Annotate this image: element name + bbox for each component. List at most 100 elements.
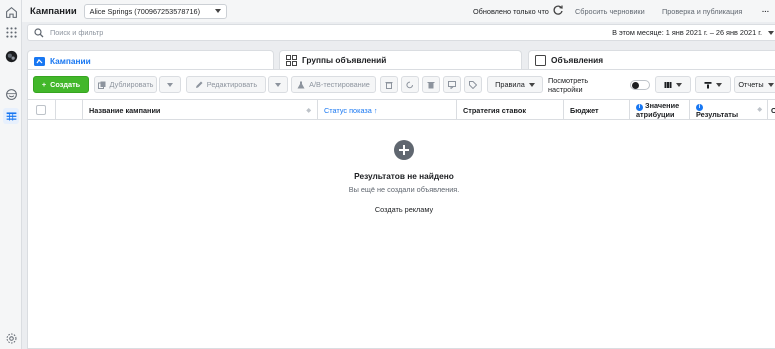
page-title: Кампании — [30, 5, 77, 17]
table-header: Название кампании ◆ Статус показа ↑ Стра… — [28, 99, 775, 120]
ad-sets-grid-icon — [286, 54, 297, 66]
tag-button[interactable] — [464, 76, 482, 93]
column-results-label: Результаты — [696, 109, 739, 119]
create-ad-link[interactable]: Создать рекламу — [28, 205, 775, 214]
empty-state-title: Результатов не найдено — [354, 171, 454, 181]
chevron-down-icon — [528, 82, 535, 87]
search-input[interactable]: Поиск и фильтр — [50, 28, 103, 37]
tab-campaigns[interactable]: Кампании — [27, 50, 274, 71]
view-setup-toggle[interactable] — [630, 80, 650, 90]
date-range-label: В этом месяце: 1 янв 2021 г. – 26 янв 20… — [612, 28, 762, 37]
tab-ads[interactable]: Объявления — [528, 50, 775, 69]
account-name: Alice Springs (700967253578716) — [89, 6, 201, 16]
view-setup-label[interactable]: Посмотреть настройки — [548, 76, 618, 94]
home-icon[interactable] — [3, 4, 19, 20]
reports-button[interactable]: Отчеты — [734, 76, 775, 93]
discard-drafts-link[interactable]: Сбросить черновики — [575, 7, 645, 16]
column-truncated[interactable]: О — [768, 100, 775, 120]
create-button[interactable]: + Создать — [33, 76, 89, 93]
tab-ad-sets[interactable]: Группы объявлений — [279, 50, 522, 69]
flask-icon — [297, 81, 305, 88]
review-publish-link[interactable]: Проверка и публикация — [662, 7, 742, 16]
edit-button-label: Редактировать — [206, 80, 258, 89]
edit-dropdown-button[interactable] — [268, 76, 288, 93]
preview-icon — [448, 80, 456, 89]
trash-icon — [427, 81, 435, 88]
delete-draft-button[interactable] — [380, 76, 398, 93]
top-bar: Кампании Alice Springs (700967253578716)… — [22, 0, 775, 22]
reports-button-label: Отчеты — [738, 80, 764, 89]
main-area: Кампании Alice Springs (700967253578716)… — [22, 0, 775, 349]
view-setup-line1: Посмотреть — [548, 76, 589, 85]
delete-button[interactable] — [422, 76, 440, 93]
select-all-checkbox[interactable] — [36, 105, 46, 115]
column-delivery-status-label: Статус показа ↑ — [324, 105, 378, 115]
select-all-cell — [28, 100, 56, 120]
account-avatar-icon[interactable] — [3, 48, 19, 64]
tag-icon — [469, 80, 477, 89]
empty-state-subtitle: Вы ещё не создали объявления. — [348, 185, 460, 194]
left-nav-rail — [0, 0, 22, 349]
smiley-icon[interactable] — [3, 86, 19, 102]
duplicate-button-label: Дублировать — [109, 80, 154, 89]
add-circle-icon — [394, 140, 414, 160]
campaigns-panel: + Создать Дублировать Редактировать A/B-… — [27, 69, 775, 349]
ab-test-button-label: A/B-тестирование — [309, 80, 370, 89]
ads-manager-table-icon[interactable] — [3, 108, 19, 124]
pencil-icon — [195, 81, 203, 88]
column-budget-label: Бюджет — [570, 105, 599, 115]
column-results[interactable]: i Результаты ◆ — [690, 100, 768, 120]
columns-button[interactable] — [655, 76, 691, 93]
search-filter-bar[interactable]: Поиск и фильтр В этом месяце: 1 янв 2021… — [27, 24, 775, 41]
column-attribution[interactable]: i Значение атрибуции — [630, 100, 690, 120]
plus-icon: + — [41, 80, 47, 89]
breakdown-icon — [704, 81, 712, 88]
chevron-down-icon — [716, 82, 722, 87]
duplicate-dropdown-button[interactable] — [159, 76, 181, 93]
column-bid-strategy-label: Стратегия ставок — [463, 105, 526, 115]
column-budget[interactable]: Бюджет — [564, 100, 630, 120]
ab-test-button[interactable]: A/B-тестирование — [291, 76, 376, 93]
chevron-down-icon — [275, 82, 281, 87]
column-attribution-line2: атрибуции — [636, 109, 675, 119]
chevron-down-icon — [768, 30, 774, 35]
rules-button-label: Правила — [495, 80, 525, 89]
edit-button[interactable]: Редактировать — [186, 76, 266, 93]
preview-button[interactable] — [443, 76, 461, 93]
chevron-down-icon — [676, 82, 682, 87]
sort-icon: ◆ — [306, 107, 311, 114]
chevron-down-icon — [767, 82, 774, 87]
chevron-down-icon — [167, 82, 173, 87]
date-range-selector[interactable]: В этом месяце: 1 янв 2021 г. – 26 янв 20… — [612, 28, 774, 37]
account-selector[interactable]: Alice Springs (700967253578716) — [83, 3, 227, 19]
sort-icon: ◆ — [757, 107, 762, 113]
update-status: Обновлено только что — [473, 6, 549, 16]
create-button-label: Создать — [50, 80, 81, 89]
toolbar: + Создать Дублировать Редактировать A/B-… — [28, 74, 775, 96]
column-delivery-status[interactable]: Статус показа ↑ — [318, 100, 457, 120]
undo-icon — [406, 81, 413, 88]
search-icon — [34, 27, 44, 37]
toggle-column-header — [56, 100, 83, 120]
more-options-button[interactable]: ··· — [762, 7, 769, 16]
column-campaign-name[interactable]: Название кампании ◆ — [83, 100, 318, 120]
settings-gear-icon[interactable] — [3, 330, 19, 346]
tab-campaigns-label: Кампании — [50, 56, 91, 66]
view-setup-line2: настройки — [548, 85, 583, 94]
undo-button[interactable] — [401, 76, 419, 93]
trash-outline-icon — [385, 81, 393, 89]
ads-square-icon — [535, 54, 546, 66]
columns-icon — [664, 81, 672, 88]
column-campaign-name-label: Название кампании — [89, 105, 161, 115]
duplicate-icon — [97, 81, 105, 89]
column-attribution-line1: Значение — [645, 100, 680, 110]
tab-ad-sets-label: Группы объявлений — [302, 55, 387, 65]
refresh-icon[interactable] — [552, 4, 564, 16]
column-bid-strategy[interactable]: Стратегия ставок — [457, 100, 564, 120]
rules-button[interactable]: Правила — [487, 76, 543, 93]
breakdown-button[interactable] — [695, 76, 731, 93]
duplicate-button[interactable]: Дублировать — [94, 76, 157, 93]
apps-grid-icon[interactable] — [3, 24, 19, 40]
tab-ads-label: Объявления — [551, 55, 604, 65]
empty-state: Результатов не найдено Вы ещё не создали… — [28, 140, 775, 214]
